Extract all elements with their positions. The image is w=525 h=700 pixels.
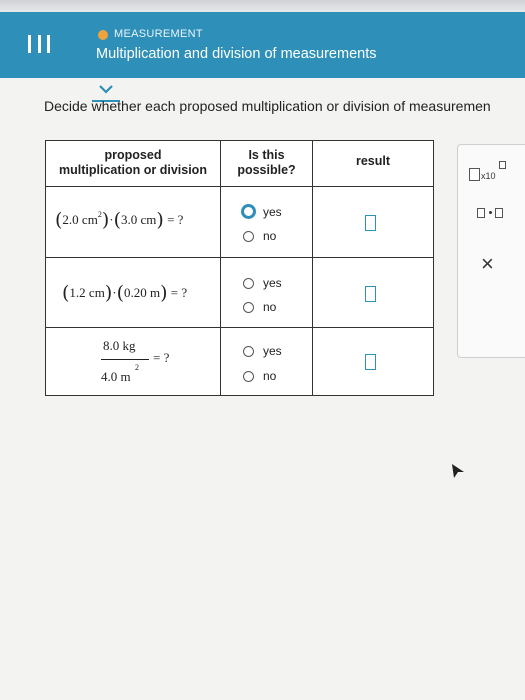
topic-label: MEASUREMENT — [114, 28, 203, 40]
possible-cell: yes no — [221, 328, 313, 395]
radio-label: yes — [263, 276, 282, 290]
result-cell — [313, 328, 433, 395]
radio-circle[interactable] — [243, 277, 254, 289]
denominator-exponent: 2 — [135, 363, 139, 372]
possible-cell: yes no — [221, 258, 313, 327]
status-dot-icon — [98, 30, 108, 40]
table-row: (1.2 cm)·(0.20 m) = ? yes no — [46, 258, 433, 328]
radio-no[interactable]: no — [243, 229, 276, 243]
exponent-square-icon — [499, 161, 506, 169]
math-tools-panel: x10 × — [457, 144, 525, 358]
radio-yes[interactable]: yes — [241, 204, 282, 219]
result-input[interactable] — [365, 286, 376, 302]
radio-no[interactable]: no — [243, 300, 276, 314]
radio-label: yes — [263, 204, 282, 219]
header-cell-proposed: proposed multiplication or division — [46, 141, 221, 186]
square-icon — [477, 208, 485, 218]
unit-a: cm — [81, 212, 98, 227]
unit-b: cm — [140, 212, 157, 227]
header-cell-result: result — [313, 141, 433, 186]
fraction-numerator: 8.0 kg — [103, 338, 136, 353]
menu-icon[interactable] — [28, 35, 50, 53]
dot-icon — [489, 211, 492, 214]
header-text-line2: multiplication or division — [59, 163, 207, 177]
header-text-line1: proposed — [104, 148, 162, 162]
radio-label: no — [263, 300, 277, 314]
expression-cell: (1.2 cm)·(0.20 m) = ? — [46, 258, 221, 327]
result-input[interactable] — [365, 354, 376, 370]
square-icon — [469, 168, 480, 181]
unit-a: cm — [88, 285, 105, 300]
table-row: (2.0 cm2)·(3.0 cm) = ? yes no — [46, 187, 433, 258]
result-cell — [313, 187, 433, 257]
question-prompt: Decide whether each proposed multiplicat… — [44, 98, 491, 114]
exponent-a: 2 — [97, 210, 102, 219]
square-icon — [495, 208, 503, 218]
radio-circle[interactable] — [243, 370, 254, 382]
radio-yes[interactable]: yes — [243, 344, 282, 358]
value-a: 2.0 — [62, 212, 79, 227]
radio-label: no — [263, 229, 277, 243]
possible-cell: yes no — [221, 187, 313, 257]
equals-question: = ? — [153, 350, 170, 365]
header-text-line1: Is this — [248, 148, 285, 162]
value-a: 1.2 — [69, 285, 86, 300]
multiply-dot-button[interactable] — [474, 205, 514, 221]
expression-1: (2.0 cm2)·(3.0 cm) = ? — [55, 209, 184, 231]
answer-table: proposed multiplication or division Is t… — [45, 140, 434, 396]
radio-circle-selected[interactable] — [241, 204, 256, 219]
radio-no[interactable]: no — [243, 369, 276, 383]
radio-label: no — [263, 369, 277, 383]
radio-circle[interactable] — [243, 230, 254, 242]
result-cell — [313, 258, 433, 327]
header-text-line2: possible? — [237, 163, 296, 177]
page-title: Multiplication and division of measureme… — [96, 46, 377, 62]
expression-cell: 8.0 kg 4.0 m 2 = ? — [46, 328, 221, 395]
header-text: result — [355, 154, 391, 168]
value-b: 3.0 — [121, 212, 138, 227]
equals-question: = ? — [170, 285, 188, 300]
table-row: 8.0 kg 4.0 m 2 = ? yes no — [46, 328, 433, 395]
mouse-cursor-icon — [451, 463, 465, 484]
expression-cell: (2.0 cm2)·(3.0 cm) = ? — [46, 187, 221, 257]
radio-circle[interactable] — [243, 301, 254, 313]
app-header: MEASUREMENT Multiplication and division … — [0, 12, 525, 78]
radio-circle[interactable] — [243, 345, 254, 357]
expression-2: (1.2 cm)·(0.20 m) = ? — [62, 282, 188, 304]
close-icon[interactable]: × — [481, 253, 494, 275]
scientific-notation-button[interactable]: x10 — [466, 159, 516, 181]
radio-yes[interactable]: yes — [243, 276, 282, 290]
unit-b: m — [150, 285, 161, 300]
header-cell-possible: Is this possible? — [221, 141, 313, 186]
fraction-bar — [101, 359, 149, 360]
equals-question: = ? — [167, 212, 184, 227]
table-header-row: proposed multiplication or division Is t… — [46, 141, 433, 187]
fraction-denominator: 4.0 m — [101, 369, 131, 384]
main-content: Decide whether each proposed multiplicat… — [0, 78, 525, 700]
value-b: 0.20 — [124, 285, 147, 300]
sci-label: x10 — [481, 171, 496, 181]
top-bezel-strip — [0, 0, 525, 12]
result-input[interactable] — [365, 215, 376, 231]
radio-label: yes — [263, 344, 282, 358]
